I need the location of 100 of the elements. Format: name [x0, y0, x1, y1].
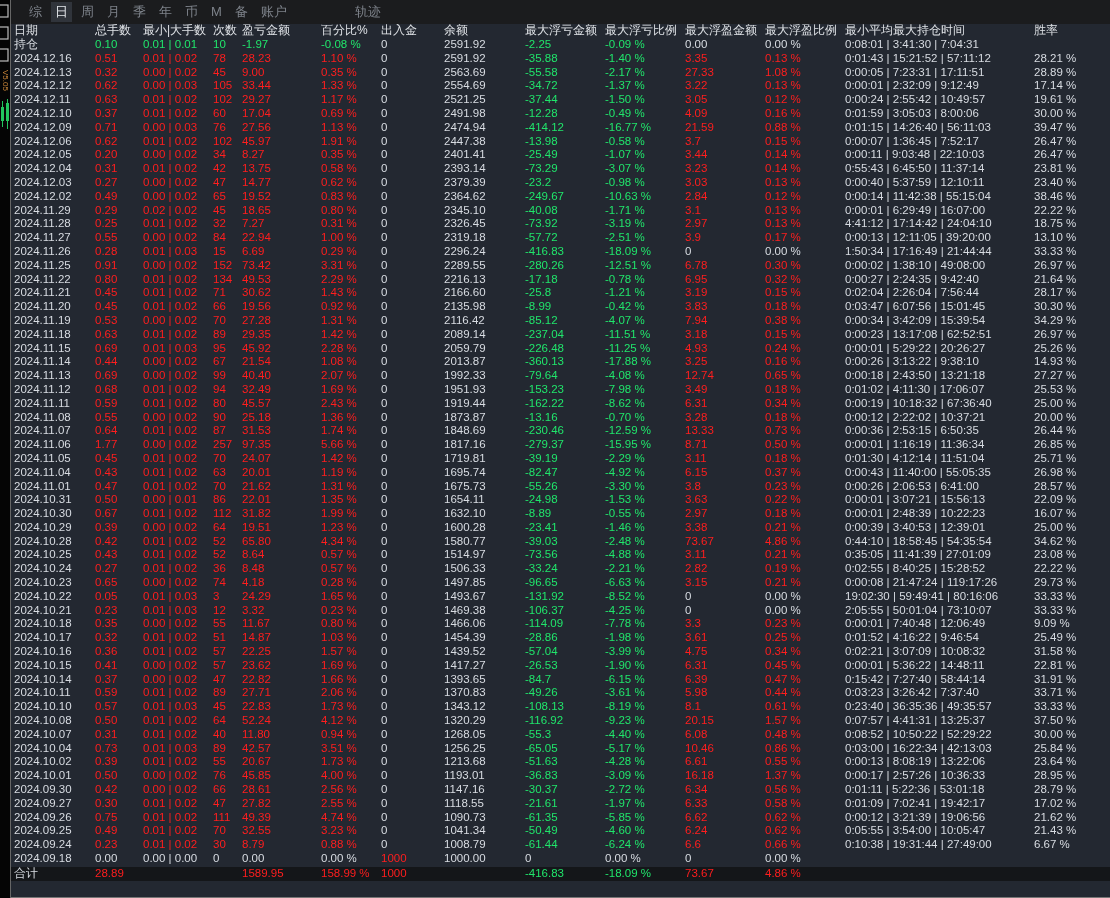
- tab[interactable]: 周: [77, 2, 98, 22]
- table-cell: 1256.25: [444, 741, 486, 756]
- table-cell: -162.22: [525, 396, 564, 411]
- table-cell: 8.27: [242, 148, 265, 163]
- column-header: 次数: [213, 24, 237, 38]
- table-cell: 0:01:11 | 5:22:36 | 53:01:18: [845, 783, 985, 797]
- table-cell: 0:00:23 | 13:17:08 | 62:52:51: [845, 327, 992, 342]
- table-cell: 70: [213, 824, 226, 839]
- table-cell: 1.19 %: [321, 465, 357, 480]
- table-cell: 0.00 %: [765, 244, 801, 259]
- table-cell: 0: [381, 424, 388, 439]
- tab[interactable]: 月: [103, 2, 124, 22]
- table-cell: 0.12 %: [765, 93, 801, 107]
- table-cell: 0.39: [95, 755, 118, 770]
- table-cell: -79.64: [525, 369, 558, 383]
- table-cell: 1.65 %: [321, 589, 357, 604]
- tab[interactable]: 币: [181, 2, 202, 22]
- table-cell: 70: [213, 479, 226, 494]
- table-cell: -6.15 %: [605, 672, 645, 687]
- table-cell: 2296.24: [444, 244, 486, 259]
- table-cell: 6.33: [685, 796, 708, 811]
- table-cell: 1497.85: [444, 576, 486, 590]
- table-cell: 1.31 %: [321, 313, 357, 328]
- table-cell: 0.67: [95, 507, 118, 521]
- table-cell: 0.00 | 0.02: [143, 520, 198, 535]
- table-cell: 1417.27: [444, 658, 486, 673]
- table-cell: 21.64 %: [1034, 272, 1077, 287]
- table-cell: 0:01:15 | 14:26:40 | 56:11:03: [845, 120, 991, 135]
- table-cell: 0.16 %: [765, 355, 801, 370]
- table-cell: 0.01 | 0.02: [143, 382, 198, 397]
- table-cell: 45.85: [242, 769, 271, 784]
- table-cell: 1.08 %: [321, 355, 357, 370]
- table-cell: -249.67: [525, 189, 564, 204]
- panel-icon[interactable]: [0, 4, 10, 18]
- table-cell: 45.57: [242, 396, 271, 411]
- table-cell: 3.05: [685, 93, 708, 107]
- table-cell: -2.25: [525, 38, 552, 52]
- table-cell: 3.61: [685, 631, 708, 646]
- table-cell: 67: [213, 355, 226, 370]
- table-cell: 1466.06: [444, 617, 486, 632]
- table-cell: 27.56: [242, 120, 271, 135]
- table-cell: -1.97 %: [605, 796, 645, 811]
- table-cell: 34: [213, 148, 226, 163]
- tab[interactable]: M: [207, 2, 226, 22]
- table-cell: -2.21 %: [605, 562, 645, 577]
- table-cell: 0:15:42 | 7:27:40 | 58:44:14: [845, 672, 986, 687]
- panel-icon[interactable]: [0, 26, 10, 40]
- table-cell: -3.09 %: [605, 769, 645, 784]
- table-cell: 0.44: [95, 355, 118, 370]
- table-cell: 20.01: [242, 465, 271, 480]
- table-cell: 2024.09.24: [14, 838, 72, 852]
- table-cell: 1919.44: [444, 396, 486, 411]
- tab[interactable]: 综: [25, 2, 46, 22]
- table-cell: 0:55:43 | 6:45:50 | 11:37:14: [845, 162, 985, 176]
- table-cell: 0:01:02 | 4:11:30 | 17:06:07: [845, 382, 985, 397]
- table-cell: 45: [213, 203, 226, 218]
- table-cell: 8.79: [242, 838, 265, 852]
- column-header: 百分比%: [321, 24, 368, 38]
- table-cell: 25.53 %: [1034, 382, 1077, 397]
- table-cell: 2024.09.26: [14, 810, 72, 825]
- table-cell: 1493.67: [444, 589, 486, 604]
- table-cell: 49.53: [242, 272, 271, 287]
- table-cell: 0:05:55 | 3:54:00 | 10:05:47: [845, 824, 986, 839]
- table-cell: 0.00 | 0.02: [143, 438, 198, 452]
- tab[interactable]: 日: [51, 2, 72, 22]
- table-cell: 2024.10.10: [14, 700, 72, 715]
- table-cell: 1848.69: [444, 424, 486, 439]
- table-cell: 0.00: [685, 38, 708, 52]
- table-cell: 0.22 %: [765, 493, 801, 508]
- table-cell: 28.57 %: [1034, 479, 1077, 494]
- table-cell: 2.43 %: [321, 396, 357, 411]
- table-cell: 0: [381, 410, 388, 425]
- tab[interactable]: 年: [155, 2, 176, 22]
- table-cell: 2401.41: [444, 148, 486, 163]
- table-cell: 0:23:40 | 36:35:36 | 49:35:57: [845, 700, 992, 715]
- table-cell: 0.41: [95, 658, 118, 673]
- table-cell: 0: [685, 852, 692, 866]
- table-cell: 0.10: [95, 38, 118, 52]
- tab[interactable]: 轨迹: [350, 2, 385, 22]
- table-cell: -11.51 %: [605, 327, 651, 342]
- table-cell: -6.24 %: [605, 838, 645, 852]
- table-cell: -131.92: [525, 589, 564, 604]
- tab[interactable]: 备: [230, 2, 252, 22]
- table-cell: 2024.11.13: [14, 369, 71, 383]
- table-cell: 31.91 %: [1034, 672, 1077, 687]
- table-cell: 1343.12: [444, 700, 486, 715]
- tab[interactable]: 季: [129, 2, 150, 22]
- table-cell: 0: [381, 783, 388, 797]
- table-cell: 17.02 %: [1034, 796, 1077, 811]
- table-cell: 0: [381, 438, 388, 452]
- table-cell: -6.63 %: [605, 576, 645, 590]
- panel-icon[interactable]: [0, 48, 10, 62]
- tab[interactable]: 账户: [256, 2, 291, 22]
- table-cell: 0:00:01 | 5:29:22 | 20:26:27: [845, 341, 986, 356]
- table-cell: 2.84: [685, 189, 708, 204]
- table-cell: 0:02:21 | 3:07:09 | 10:08:32: [845, 645, 986, 659]
- table-cell: 2.06 %: [321, 686, 357, 701]
- table-cell: 2024.11.20: [14, 300, 71, 314]
- table-cell: 3.51 %: [321, 741, 357, 756]
- table-cell: 0.01 | 0.03: [143, 589, 198, 604]
